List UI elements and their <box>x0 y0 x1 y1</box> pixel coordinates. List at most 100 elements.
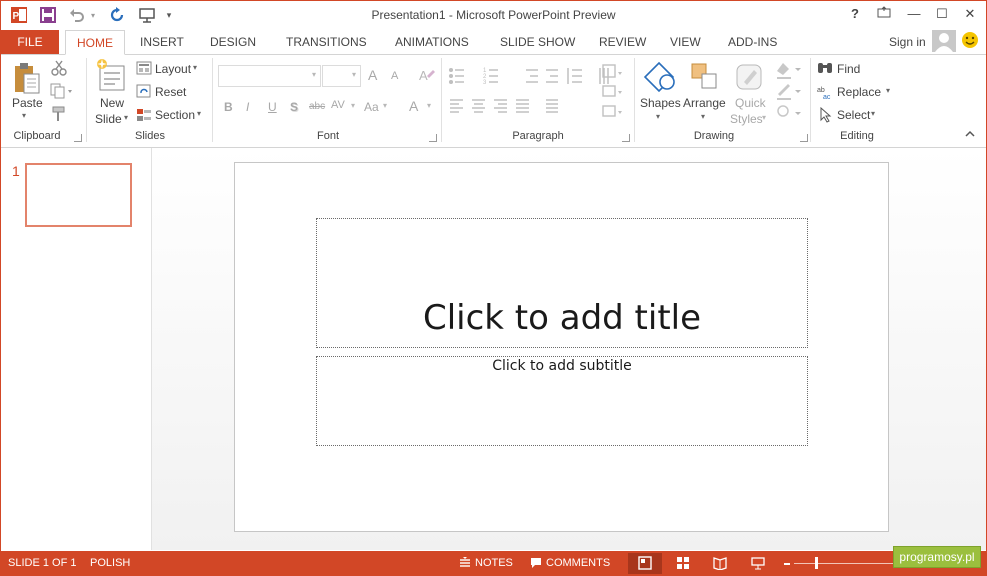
underline-button[interactable]: U <box>268 100 277 114</box>
grow-font-button[interactable]: A <box>368 67 377 83</box>
quick-styles-dropdown-icon[interactable]: ▾ <box>762 113 766 122</box>
tab-add-ins[interactable]: ADD-INS <box>726 30 779 54</box>
section-dropdown-icon[interactable]: ▾ <box>197 109 201 118</box>
tab-slide-show[interactable]: SLIDE SHOW <box>498 30 577 54</box>
tab-transitions[interactable]: TRANSITIONS <box>284 30 369 54</box>
tab-design[interactable]: DESIGN <box>208 30 258 54</box>
font-color-dropdown-icon[interactable]: ▾ <box>427 101 431 110</box>
quick-styles-button[interactable]: Quick <box>735 96 766 110</box>
tab-file[interactable]: FILE <box>1 30 59 54</box>
font-size-dropdown-icon[interactable]: ▾ <box>352 70 356 79</box>
change-case-dropdown-icon[interactable]: ▾ <box>383 101 387 110</box>
tab-insert[interactable]: INSERT <box>138 30 186 54</box>
minimize-button[interactable]: — <box>904 6 924 24</box>
reset-button[interactable]: Reset <box>155 85 186 99</box>
avatar[interactable] <box>932 30 956 52</box>
select-cursor-icon[interactable] <box>819 106 833 123</box>
character-spacing-button[interactable]: AV <box>331 99 345 111</box>
clipboard-launcher-icon[interactable] <box>74 134 82 142</box>
strikethrough-button[interactable]: abc <box>309 101 325 112</box>
slide-thumbnail[interactable] <box>25 163 132 227</box>
new-slide-dropdown-icon[interactable]: ▾ <box>124 113 128 122</box>
zoom-slider-thumb[interactable] <box>815 557 818 569</box>
tab-home[interactable]: HOME <box>65 30 125 55</box>
align-center-icon[interactable] <box>471 98 487 114</box>
font-size-select[interactable]: ▾ <box>322 65 361 87</box>
zoom-slider[interactable] <box>794 563 894 564</box>
subtitle-placeholder[interactable]: Click to add subtitle <box>316 356 808 446</box>
comments-button[interactable]: COMMENTS <box>546 557 610 569</box>
font-name-select[interactable]: ▾ <box>218 65 321 87</box>
arrange-button[interactable]: Arrange <box>683 96 726 110</box>
select-dropdown-icon[interactable]: ▾ <box>871 109 875 118</box>
notes-icon[interactable] <box>459 557 471 569</box>
new-slide-button-line2[interactable]: Slide <box>95 112 122 126</box>
layout-icon[interactable] <box>136 61 152 75</box>
replace-button[interactable]: Replace <box>837 85 881 99</box>
replace-dropdown-icon[interactable]: ▾ <box>886 86 890 95</box>
help-button[interactable]: ? <box>845 6 865 24</box>
title-placeholder[interactable]: Click to add title <box>316 218 808 348</box>
new-slide-button[interactable]: New <box>100 96 124 110</box>
change-case-button[interactable]: Aa <box>364 100 379 114</box>
columns-split-icon[interactable] <box>545 98 571 114</box>
paste-button[interactable]: Paste <box>12 96 43 110</box>
section-button[interactable]: Section <box>155 108 195 122</box>
align-right-icon[interactable] <box>493 98 509 114</box>
select-button[interactable]: Select <box>837 108 870 122</box>
bullets-icon[interactable] <box>449 66 469 86</box>
align-left-icon[interactable] <box>449 98 465 114</box>
tab-view[interactable]: VIEW <box>668 30 703 54</box>
smiley-feedback-icon[interactable] <box>961 31 979 49</box>
comments-icon[interactable] <box>530 557 542 569</box>
new-slide-icon[interactable] <box>95 58 127 94</box>
align-text-icon[interactable] <box>600 84 624 102</box>
italic-button[interactable]: I <box>246 100 249 114</box>
reset-icon[interactable] <box>136 84 152 98</box>
slide-show-view-icon[interactable] <box>751 556 765 570</box>
ribbon-display-options-icon[interactable] <box>874 6 894 24</box>
font-launcher-icon[interactable] <box>429 134 437 142</box>
numbering-icon[interactable] <box>483 66 503 86</box>
tab-animations[interactable]: ANIMATIONS <box>393 30 471 54</box>
format-painter-icon[interactable] <box>50 106 68 122</box>
increase-indent-icon[interactable] <box>541 66 559 86</box>
drawing-launcher-icon[interactable] <box>800 134 808 142</box>
section-icon[interactable] <box>136 108 152 122</box>
bold-button[interactable]: B <box>224 100 233 114</box>
tab-review[interactable]: REVIEW <box>597 30 648 54</box>
reading-view-icon[interactable] <box>713 556 727 571</box>
quick-styles-button-line2[interactable]: Styles <box>730 112 763 126</box>
line-spacing-icon[interactable] <box>566 66 586 86</box>
text-shadow-button[interactable]: S <box>290 100 298 114</box>
slide-sorter-icon[interactable] <box>676 556 690 570</box>
replace-icon[interactable]: ab ac <box>817 84 833 101</box>
shapes-icon[interactable] <box>643 60 677 94</box>
font-color-button[interactable]: A <box>409 98 418 114</box>
arrange-icon[interactable] <box>689 60 721 94</box>
notes-button[interactable]: NOTES <box>475 557 513 569</box>
shrink-font-button[interactable]: A <box>391 70 398 82</box>
convert-smartart-icon[interactable] <box>600 104 624 122</box>
collapse-ribbon-icon[interactable] <box>964 128 976 138</box>
copy-icon[interactable] <box>50 83 76 99</box>
layout-dropdown-icon[interactable]: ▾ <box>193 63 197 72</box>
quick-styles-icon[interactable] <box>734 60 766 94</box>
cut-icon[interactable] <box>50 60 68 76</box>
maximize-button[interactable]: ☐ <box>932 6 952 24</box>
language-indicator[interactable]: POLISH <box>90 557 130 569</box>
find-button[interactable]: Find <box>837 62 860 76</box>
zoom-out-icon[interactable] <box>784 563 790 565</box>
text-direction-icon[interactable] <box>600 62 624 80</box>
close-button[interactable]: ✕ <box>960 6 980 24</box>
clear-formatting-icon[interactable]: A <box>418 66 436 84</box>
justify-icon[interactable] <box>515 98 531 114</box>
shapes-dropdown-icon[interactable]: ▾ <box>656 112 660 121</box>
layout-button[interactable]: Layout <box>155 62 191 76</box>
paste-icon[interactable] <box>12 60 42 96</box>
shape-outline-icon[interactable] <box>775 83 803 101</box>
paragraph-launcher-icon[interactable] <box>622 134 630 142</box>
paste-dropdown-icon[interactable]: ▾ <box>22 111 26 120</box>
font-name-dropdown-icon[interactable]: ▾ <box>312 70 316 79</box>
character-spacing-dropdown-icon[interactable]: ▾ <box>351 101 355 110</box>
